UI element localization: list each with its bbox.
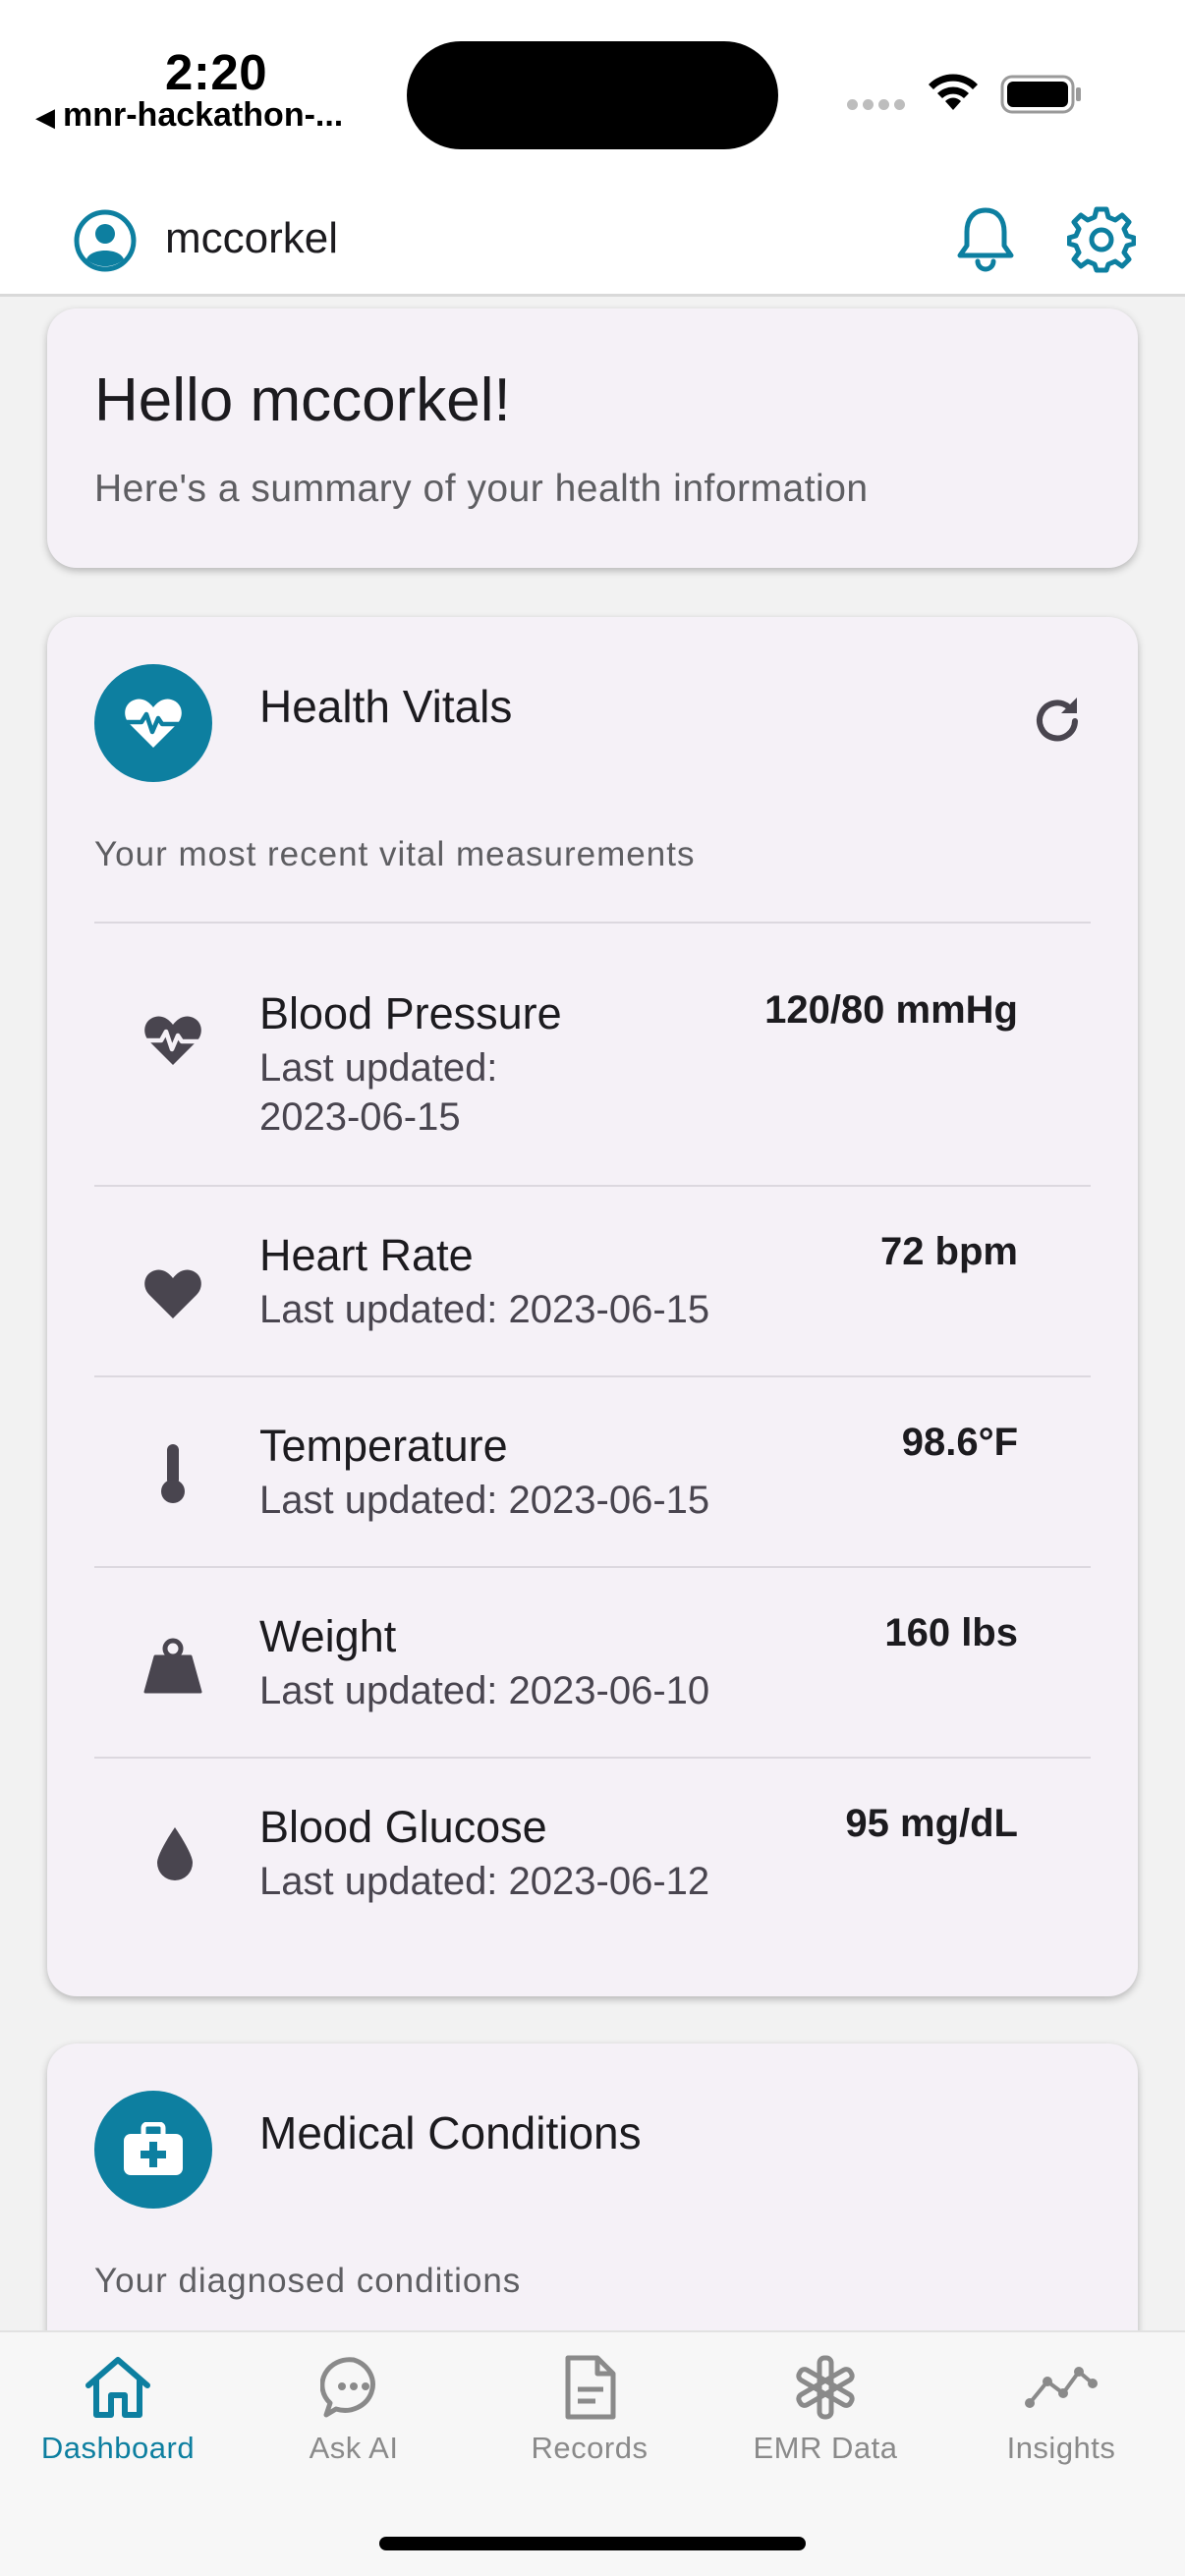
document-icon — [565, 2355, 616, 2420]
weight-icon — [143, 1638, 202, 1694]
vital-updated: Last updated: 2023-06-12 — [259, 1860, 710, 1903]
nav-tab-records[interactable]: Records — [472, 2354, 707, 2466]
divider — [94, 1566, 1091, 1568]
trend-icon — [1025, 2367, 1098, 2408]
back-triangle-icon: ◀ — [35, 102, 55, 132]
user-avatar-icon[interactable] — [73, 208, 138, 273]
settings-gear-icon[interactable] — [1067, 204, 1136, 273]
vital-updated: Last updated: 2023-06-15 — [259, 1288, 710, 1331]
back-to-app-link[interactable]: ◀ mnr-hackathon-... — [35, 96, 343, 135]
nav-label: EMR Data — [753, 2431, 898, 2465]
vital-value: 95 mg/dL — [845, 1802, 1018, 1845]
asterisk-icon — [796, 2355, 855, 2420]
notifications-bell-icon[interactable] — [953, 204, 1018, 273]
vital-updated: Last updated: — [259, 1046, 498, 1090]
greeting-card: Hello mccorkel! Here's a summary of your… — [47, 308, 1138, 568]
app-header: mccorkel — [0, 177, 1185, 297]
battery-icon — [1000, 75, 1081, 114]
heart-pulse-icon — [125, 699, 182, 748]
conditions-badge — [94, 2091, 212, 2209]
greeting-title: Hello mccorkel! — [94, 366, 511, 434]
vital-updated: Last updated: 2023-06-10 — [259, 1669, 710, 1712]
cellular-signal-icon — [847, 99, 905, 110]
thermometer-icon — [161, 1444, 185, 1503]
chat-icon — [320, 2357, 375, 2418]
vital-name: Heart Rate — [259, 1230, 474, 1280]
nav-tab-emr-data[interactable]: EMR Data — [707, 2354, 943, 2466]
vital-name: Temperature — [259, 1421, 508, 1471]
divider — [94, 1375, 1091, 1377]
dynamic-island — [407, 41, 778, 149]
drop-icon — [157, 1827, 193, 1880]
medical-kit-icon — [124, 2122, 183, 2175]
vital-updated-date: 2023-06-15 — [259, 1095, 461, 1139]
vitals-badge — [94, 664, 212, 782]
vitals-title: Health Vitals — [259, 681, 513, 732]
wifi-icon — [929, 74, 978, 110]
vital-value: 120/80 mmHg — [764, 988, 1018, 1032]
nav-label: Ask AI — [309, 2431, 399, 2465]
divider — [94, 1185, 1091, 1187]
heart-icon — [144, 1269, 201, 1318]
refresh-icon[interactable] — [1030, 694, 1085, 749]
nav-tab-dashboard[interactable]: Dashboard — [0, 2354, 236, 2466]
vital-value: 72 bpm — [879, 1230, 1018, 1273]
greeting-subtitle: Here's a summary of your health informat… — [94, 468, 869, 510]
vital-value: 160 lbs — [884, 1611, 1018, 1654]
header-username: mccorkel — [165, 214, 339, 262]
vital-name: Weight — [259, 1611, 397, 1661]
vital-name: Blood Pressure — [259, 988, 562, 1038]
divider — [94, 1757, 1091, 1759]
status-bar: 2:20 ◀ mnr-hackathon-... — [0, 0, 1185, 177]
conditions-subtitle: Your diagnosed conditions — [94, 2262, 522, 2300]
home-indicator[interactable] — [379, 2537, 806, 2550]
conditions-title: Medical Conditions — [259, 2107, 642, 2158]
vital-name: Blood Glucose — [259, 1802, 547, 1852]
health-vitals-card: Health Vitals Your most recent vital mea… — [47, 617, 1138, 1996]
divider — [94, 922, 1091, 924]
home-icon — [85, 2357, 150, 2418]
vital-updated: Last updated: 2023-06-15 — [259, 1479, 710, 1522]
nav-label: Insights — [1006, 2431, 1116, 2465]
back-app-label: mnr-hackathon-... — [63, 96, 344, 134]
vital-value: 98.6°F — [901, 1421, 1018, 1464]
nav-label: Records — [531, 2431, 649, 2465]
heart-pulse-icon — [143, 1016, 202, 1065]
vitals-subtitle: Your most recent vital measurements — [94, 835, 696, 873]
status-time: 2:20 — [165, 44, 268, 100]
nav-tab-ask-ai[interactable]: Ask AI — [236, 2354, 472, 2466]
nav-label: Dashboard — [40, 2431, 196, 2465]
nav-tab-insights[interactable]: Insights — [943, 2354, 1179, 2466]
